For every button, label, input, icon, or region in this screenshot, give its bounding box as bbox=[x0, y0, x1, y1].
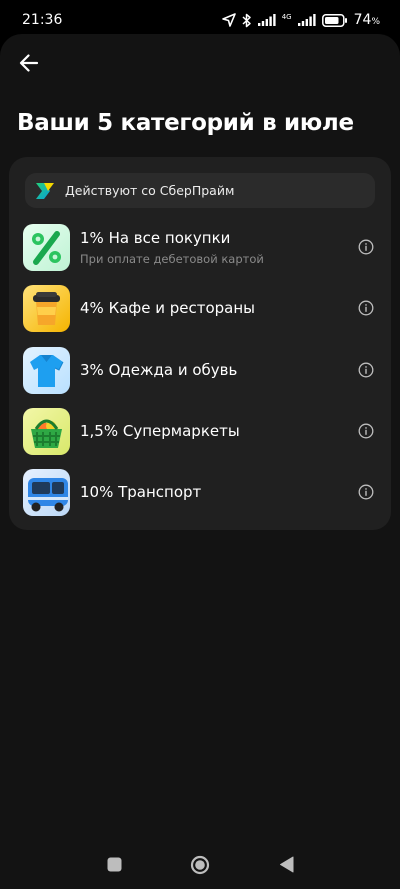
categories-card: Действуют со СберПрайм 1% На все покупки… bbox=[9, 157, 391, 530]
info-button[interactable] bbox=[355, 297, 377, 319]
recent-apps-button[interactable] bbox=[102, 853, 126, 877]
bluetooth-icon bbox=[242, 13, 251, 27]
system-nav-bar bbox=[0, 840, 400, 889]
info-button[interactable] bbox=[355, 420, 377, 442]
info-icon bbox=[358, 300, 374, 316]
page-title: Ваши 5 категорий в июле bbox=[17, 110, 354, 136]
location-icon bbox=[221, 13, 236, 27]
item-title: 10% Транспорт bbox=[80, 483, 202, 501]
sberprime-banner[interactable]: Действуют со СберПрайм bbox=[25, 173, 375, 208]
recent-apps-icon bbox=[107, 857, 121, 872]
list-item-clothing[interactable]: 3% Одежда и обувь bbox=[23, 346, 381, 394]
item-title: 1,5% Супермаркеты bbox=[80, 422, 240, 440]
list-item-supermarkets[interactable]: 1,5% Супермаркеты bbox=[23, 407, 381, 455]
screen: Ваши 5 категорий в июле Действуют со Сбе… bbox=[0, 34, 400, 889]
home-button[interactable] bbox=[188, 853, 212, 877]
battery-percent: 74% bbox=[353, 12, 380, 28]
item-text: 1,5% Супермаркеты bbox=[80, 422, 355, 440]
item-text: 1% На все покупки При оплате дебетовой к… bbox=[80, 229, 355, 266]
back-triangle-icon bbox=[279, 856, 293, 873]
info-button[interactable] bbox=[355, 236, 377, 258]
list-item-transport[interactable]: 10% Транспорт bbox=[23, 468, 381, 516]
polo-shirt-icon bbox=[23, 346, 70, 394]
battery-icon bbox=[321, 13, 347, 27]
network-4g-icon: 4G bbox=[281, 12, 292, 21]
info-icon bbox=[358, 423, 374, 439]
home-icon bbox=[190, 855, 210, 874]
list-item-cafes[interactable]: 4% Кафе и рестораны bbox=[23, 284, 381, 332]
info-icon bbox=[358, 362, 374, 378]
status-time: 21:36 bbox=[22, 12, 63, 28]
nav-back-button[interactable] bbox=[274, 853, 298, 877]
item-text: 3% Одежда и обувь bbox=[80, 361, 355, 379]
sberprime-label: Действуют со СберПрайм bbox=[65, 183, 235, 198]
back-button[interactable] bbox=[14, 48, 44, 78]
item-subtitle: При оплате дебетовой картой bbox=[80, 251, 264, 266]
signal-icon bbox=[297, 14, 316, 26]
status-icons: 4G 74% bbox=[221, 12, 380, 28]
coffee-cup-icon bbox=[23, 284, 70, 332]
info-icon bbox=[358, 239, 374, 255]
percent-icon bbox=[23, 223, 70, 271]
item-title: 1% На все покупки bbox=[80, 228, 231, 247]
item-title: 4% Кафе и рестораны bbox=[80, 299, 256, 317]
arrow-left-icon bbox=[19, 54, 39, 72]
item-text: 10% Транспорт bbox=[80, 483, 355, 501]
sberprime-logo-icon bbox=[36, 182, 54, 199]
info-icon bbox=[358, 484, 374, 500]
signal-icon bbox=[257, 14, 276, 26]
item-text: 4% Кафе и рестораны bbox=[80, 299, 355, 317]
item-title: 3% Одежда и обувь bbox=[80, 361, 238, 379]
shopping-basket-icon bbox=[23, 407, 70, 455]
list-item-all-purchases[interactable]: 1% На все покупки При оплате дебетовой к… bbox=[23, 223, 381, 271]
info-button[interactable] bbox=[355, 481, 377, 503]
bus-icon bbox=[23, 468, 70, 516]
info-button[interactable] bbox=[355, 359, 377, 381]
